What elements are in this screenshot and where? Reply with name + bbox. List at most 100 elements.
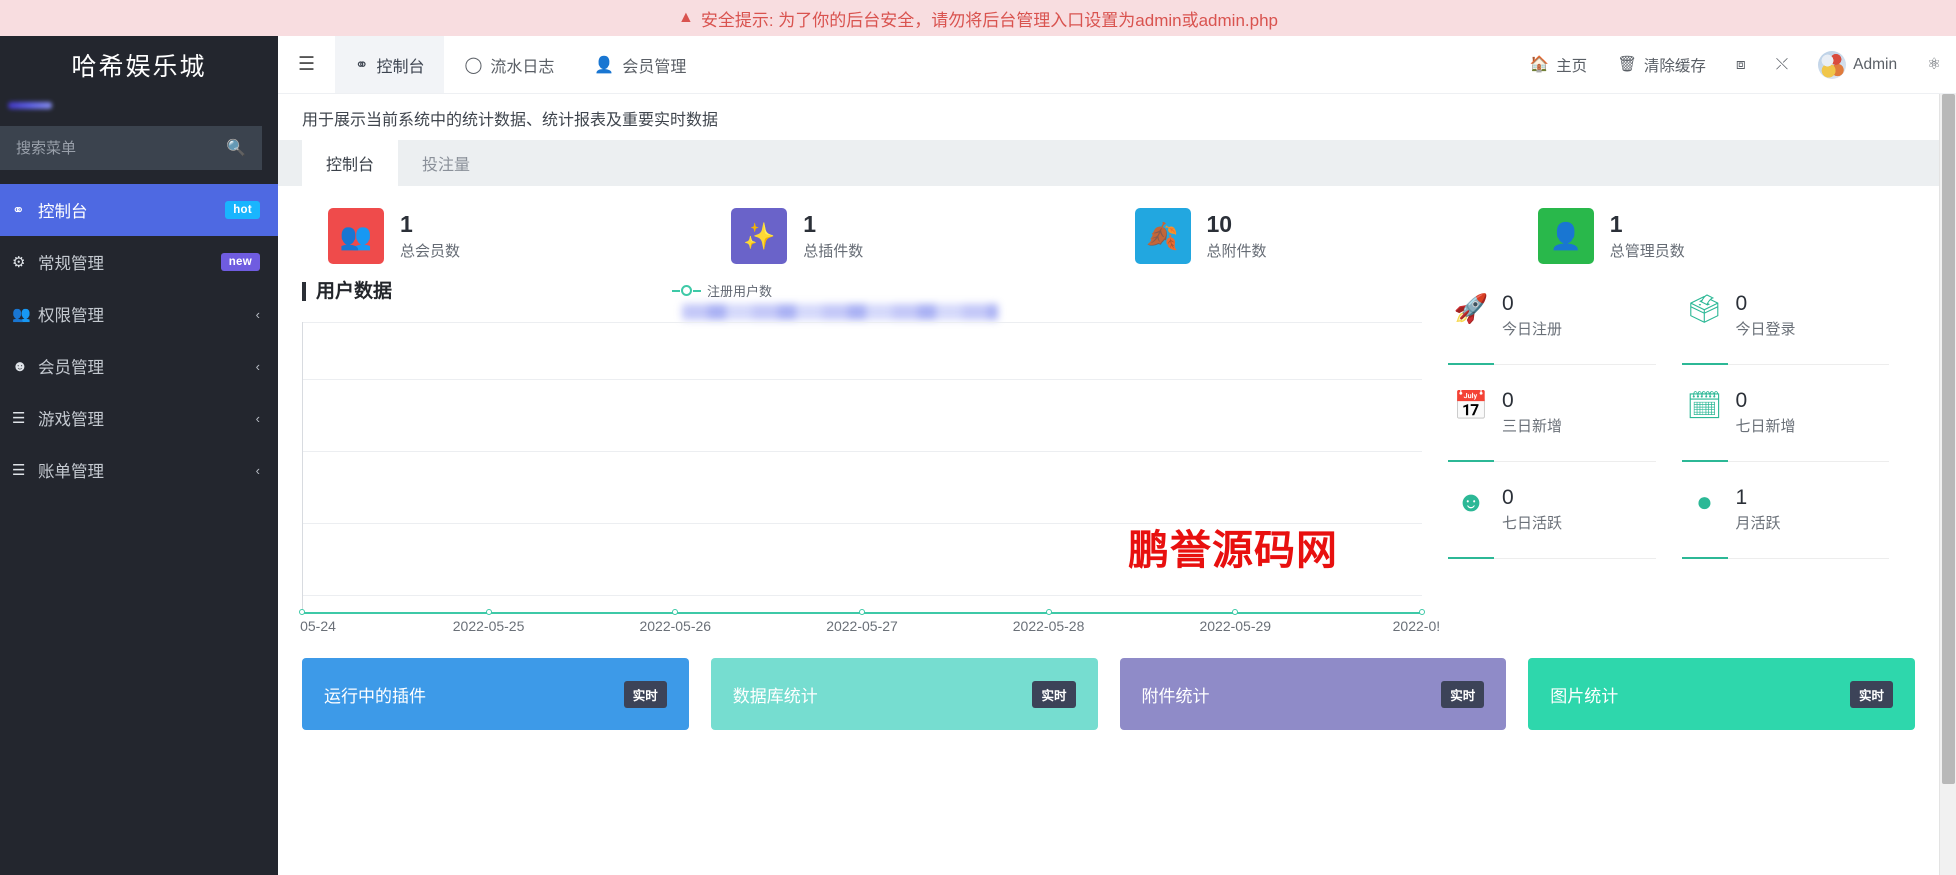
- mini-stat-label: 七日新增: [1735, 418, 1796, 436]
- sidebar-item-general-management[interactable]: ⚙ 常规管理 new: [0, 236, 278, 288]
- bottom-cards-row: 运行中的插件 实时 数据库统计 实时 附件统计 实时 图片统计 实时: [302, 640, 1915, 730]
- home-label: 主页: [1556, 57, 1588, 75]
- mini-stat-label: 今日登录: [1735, 321, 1796, 339]
- theme-button[interactable]: ⧈: [1721, 56, 1761, 74]
- sidebar-item-game-management[interactable]: ☰ 游戏管理 ‹: [0, 392, 278, 444]
- mini-stat-label: 三日新增: [1502, 418, 1563, 436]
- redacted-chart-overlay: [682, 304, 998, 320]
- users-icon: 👥: [328, 208, 384, 264]
- circle-icon: ◯: [464, 56, 483, 74]
- tab-dashboard[interactable]: ⚭ 控制台: [335, 36, 445, 93]
- stat-label: 总会员数: [400, 242, 461, 260]
- mini-stat-value: 0: [1502, 389, 1514, 412]
- sidebar-item-label: 会员管理: [38, 359, 104, 377]
- rocket-icon: 🚀: [1453, 293, 1489, 324]
- tab-console[interactable]: 控制台: [302, 140, 399, 186]
- sidebar-item-dashboard[interactable]: ⚭ 控制台 hot: [0, 184, 278, 236]
- mini-stat-label: 七日活跃: [1502, 515, 1563, 533]
- tab-label: 控制台: [326, 157, 375, 174]
- mini-stat-value: 0: [1502, 292, 1514, 315]
- content-inner: 用于展示当前系统中的统计数据、统计报表及重要实时数据 控制台 投注量 👥 1 总…: [278, 94, 1956, 875]
- search-icon[interactable]: 🔍: [226, 138, 246, 158]
- fullscreen-button[interactable]: ⤬: [1761, 56, 1803, 74]
- sidebar-item-bill-management[interactable]: ☰ 账单管理 ‹: [0, 444, 278, 496]
- settings-button[interactable]: ⚛: [1912, 55, 1956, 74]
- live-badge: 实时: [1441, 680, 1485, 708]
- user-filled-icon: ●: [1696, 486, 1713, 517]
- legend-label: 注册用户数: [707, 284, 773, 299]
- card-attachment-stats[interactable]: 附件统计 实时: [1119, 658, 1507, 730]
- chart-legend[interactable]: 注册用户数: [672, 281, 772, 300]
- trash-icon: 🗑: [1617, 56, 1637, 73]
- gear-settings-icon: ⚛: [1927, 56, 1941, 73]
- tab-label: 会员管理: [622, 58, 687, 76]
- mini-stat-value: 1: [1735, 486, 1748, 509]
- card-title: 数据库统计: [732, 686, 818, 706]
- x-axis-label: 2022-0!: [1392, 618, 1441, 634]
- live-badge: 实时: [623, 680, 667, 708]
- x-axis-label: 2022-05-28: [1012, 618, 1085, 634]
- card-title: 图片统计: [1550, 686, 1619, 706]
- sidebar-item-permission-management[interactable]: 👥 权限管理 ‹: [0, 288, 278, 340]
- vertical-scrollbar[interactable]: [1939, 94, 1956, 875]
- legend-marker-icon: [672, 285, 701, 296]
- x-axis-label: 05-24: [300, 618, 336, 634]
- gridline: [303, 595, 1422, 596]
- chevron-left-icon: ‹: [255, 410, 260, 426]
- calendar-icon: 📅: [1453, 390, 1489, 421]
- mini-stat-seven-day-new: 🗓 0 七日新增: [1681, 375, 1916, 472]
- stat-value: 10: [1206, 211, 1233, 238]
- sidebar-item-member-management[interactable]: ☻ 会员管理 ‹: [0, 340, 278, 392]
- home-button[interactable]: 🏠 主页: [1515, 54, 1602, 76]
- tab-label: 流水日志: [490, 58, 555, 76]
- card-image-stats[interactable]: 图片统计 实时: [1528, 658, 1915, 730]
- dashboard-icon: ⚭: [12, 202, 25, 219]
- theme-icon: ⧈: [1735, 55, 1746, 73]
- app-shell: 哈希娱乐城 🔍 ⚭ 控制台 hot ⚙ 常规管理 new 👥 权限: [0, 36, 1956, 875]
- gridline: [303, 379, 1422, 380]
- avatar: [1818, 50, 1847, 79]
- user-icon: 👤: [594, 56, 615, 74]
- stat-label: 总管理员数: [1609, 242, 1685, 260]
- tab-bet-volume[interactable]: 投注量: [398, 140, 494, 186]
- user-solid-icon: 👤: [1537, 208, 1594, 264]
- x-axis-label: 2022-05-25: [452, 618, 525, 634]
- clear-cache-button[interactable]: 🗑 清除缓存: [1602, 54, 1721, 76]
- stat-label: 总插件数: [803, 242, 864, 260]
- security-alert-text: 安全提示: 为了你的后台安全，请勿将后台管理入口设置为admin或admin.p…: [700, 10, 1278, 30]
- tab-member-management[interactable]: 👤 会员管理: [574, 36, 706, 93]
- sidebar-item-label: 账单管理: [38, 463, 104, 481]
- sidebar-search-box[interactable]: 🔍: [0, 126, 262, 170]
- sidebar-item-label: 权限管理: [38, 307, 104, 325]
- scrollbar-thumb[interactable]: [1942, 94, 1955, 784]
- home-icon: 🏠: [1529, 56, 1550, 73]
- sidebar: 哈希娱乐城 🔍 ⚭ 控制台 hot ⚙ 常规管理 new 👥 权限: [0, 36, 278, 875]
- sidebar-search-wrap: 🔍: [0, 116, 278, 184]
- card-running-plugins[interactable]: 运行中的插件 实时: [302, 658, 689, 730]
- mini-stat-label: 今日注册: [1502, 321, 1563, 339]
- card-database-stats[interactable]: 数据库统计 实时: [710, 658, 1098, 730]
- topbar-right-actions: 🏠 主页 🗑 清除缓存 ⧈ ⤬ Admin ⚛: [1515, 50, 1956, 79]
- redacted-block: [8, 101, 52, 109]
- mini-stat-seven-day-active: ☻ 0 七日活跃: [1448, 472, 1682, 569]
- stat-card-total-members: 👥 1 总会员数: [302, 208, 705, 264]
- page-content: 用于展示当前系统中的统计数据、统计报表及重要实时数据 控制台 投注量 👥 1 总…: [278, 94, 1956, 875]
- badge-hot: hot: [225, 201, 260, 219]
- calendar-plus-icon: 🗓: [1686, 390, 1723, 421]
- magic-wand-icon: ✨: [731, 208, 788, 264]
- x-axis-label: 2022-05-27: [826, 618, 898, 634]
- search-input[interactable]: [16, 139, 227, 157]
- card-title: 附件统计: [1141, 686, 1210, 706]
- chevron-left-icon: ‹: [255, 462, 260, 478]
- chart-plot-area: 鹏誉源码网: [302, 322, 1422, 612]
- stat-value: 1: [1609, 211, 1623, 238]
- tab-flow-log[interactable]: ◯ 流水日志: [444, 36, 574, 93]
- content-tabs: 控制台 投注量: [278, 140, 1939, 186]
- stat-cards-row: 👥 1 总会员数 ✨ 1 总插件数 🍂 10 总附件数 👤 1 总管理员数: [302, 186, 1915, 274]
- site-watermark: 鹏誉源码网: [1128, 526, 1338, 574]
- hamburger-icon[interactable]: ☰: [278, 53, 335, 76]
- sidebar-item-label: 游戏管理: [38, 411, 104, 429]
- live-badge: 实时: [1032, 680, 1076, 708]
- live-badge: 实时: [1849, 680, 1893, 708]
- user-menu[interactable]: Admin: [1803, 50, 1912, 79]
